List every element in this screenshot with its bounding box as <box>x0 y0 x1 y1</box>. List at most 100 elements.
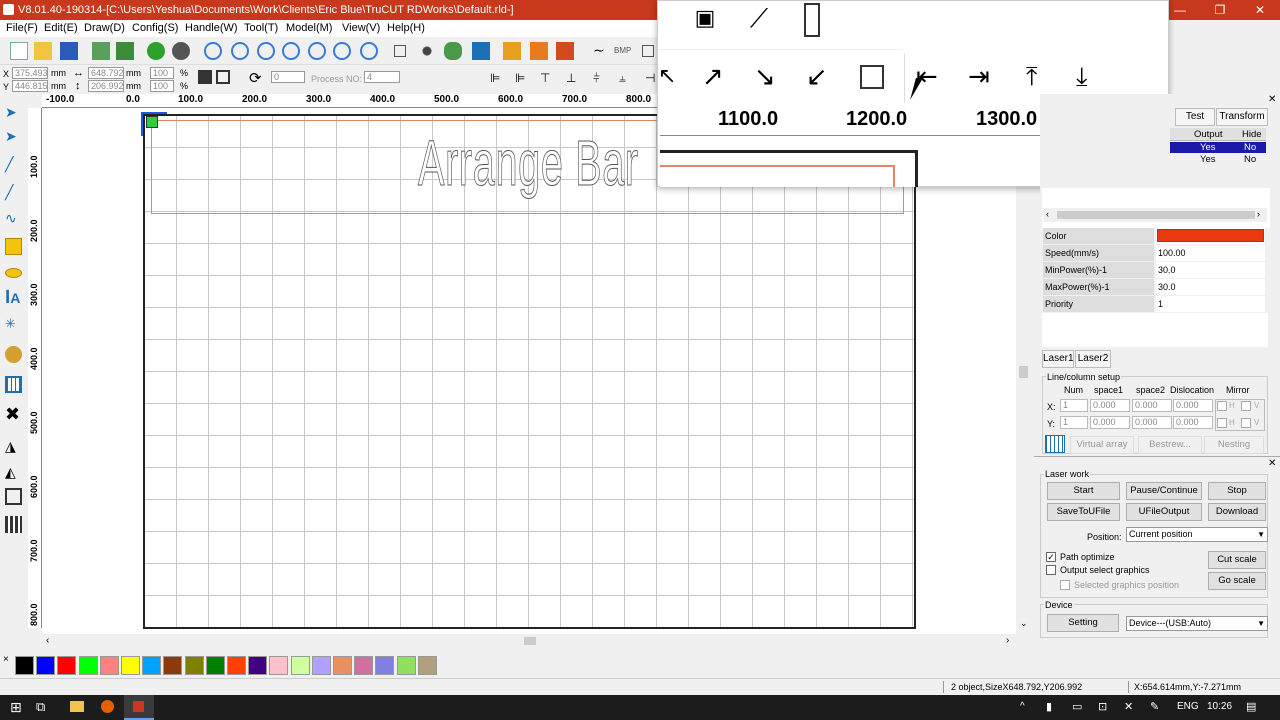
array-x-num[interactable]: 1 <box>1060 399 1088 412</box>
save-to-ufile-button[interactable]: SaveToUFile <box>1047 503 1120 521</box>
scroll-thumb[interactable] <box>524 637 536 645</box>
ruler-icon[interactable] <box>804 3 820 37</box>
ungroup-icon[interactable] <box>530 42 548 60</box>
menu-handle[interactable]: Handle(W) <box>185 22 238 34</box>
align-left-edge-icon[interactable]: ⊫ <box>490 71 500 85</box>
notifications-icon[interactable]: ▤ <box>1246 700 1256 713</box>
array-x-space2[interactable]: 0.000 <box>1132 399 1172 412</box>
save-icon[interactable] <box>60 42 78 60</box>
array-grid-icon[interactable] <box>1045 435 1065 453</box>
delete-tool-icon[interactable]: ✖ <box>5 405 22 423</box>
magic-wand-icon[interactable]: ⟋ <box>742 3 776 37</box>
scroll-right-icon[interactable]: › <box>1257 209 1260 219</box>
prop-value[interactable]: 30.0 <box>1156 279 1265 295</box>
bestrew-button[interactable]: Bestrew... <box>1138 436 1202 454</box>
zoom-all-icon[interactable] <box>360 42 378 60</box>
virtual-array-button[interactable]: Virtual array <box>1070 436 1134 454</box>
align-bottom-left-icon[interactable]: ↙ <box>806 61 840 95</box>
width-field[interactable]: 648.792 <box>88 67 124 79</box>
align-top-icon[interactable]: ⤒ <box>1026 61 1060 95</box>
rotate-icon[interactable]: ⟳ <box>249 69 262 87</box>
palette-swatch[interactable] <box>227 656 246 675</box>
palette-swatch[interactable] <box>121 656 140 675</box>
nesting-button[interactable]: Nesting <box>1204 436 1264 454</box>
cut-scale-button[interactable]: Cut scale <box>1208 551 1266 569</box>
redo-icon[interactable] <box>172 42 190 60</box>
monitor-icon[interactable] <box>472 42 490 60</box>
frame-icon[interactable] <box>642 45 654 57</box>
layer-hscrollbar[interactable]: ‹ › <box>1043 208 1267 222</box>
horizontal-scrollbar[interactable]: ‹ › <box>42 634 1020 648</box>
laser-work-close-icon[interactable]: ✕ <box>1268 458 1276 469</box>
usb-icon[interactable]: ▮ <box>1046 700 1052 713</box>
node-edit-icon[interactable] <box>418 42 436 60</box>
scale-y-field[interactable]: 100 <box>150 80 174 92</box>
import-icon[interactable] <box>92 42 110 60</box>
array-x-space1[interactable]: 0.000 <box>1090 399 1130 412</box>
mirror-x-h-checkbox[interactable] <box>1217 401 1227 411</box>
path-optimize-checkbox[interactable]: ✓ <box>1046 552 1056 562</box>
mirror-icon[interactable] <box>216 70 230 84</box>
lock-icon[interactable] <box>198 70 212 84</box>
palette-swatch[interactable] <box>142 656 162 675</box>
pen-icon[interactable]: ✎ <box>1150 700 1159 713</box>
projector-icon[interactable]: ▣ <box>688 5 722 39</box>
download-button[interactable]: Download <box>1208 503 1266 521</box>
tab-transform[interactable]: Transform <box>1216 108 1268 126</box>
ufile-output-button[interactable]: UFileOutput <box>1126 503 1202 521</box>
clock[interactable]: 10:26 <box>1207 701 1232 712</box>
align-bottom-icon[interactable]: ⤓ <box>1076 61 1110 95</box>
align-top-left-icon[interactable]: ↖ <box>658 63 692 97</box>
file-explorer-icon[interactable] <box>70 701 84 712</box>
align-center-icon[interactable] <box>860 65 884 89</box>
array-y-dislocation[interactable]: 0.000 <box>1173 416 1213 429</box>
prop-value[interactable]: 100.00 <box>1156 245 1265 261</box>
layer-row[interactable]: Yes No <box>1170 154 1266 165</box>
menu-help[interactable]: Help(H) <box>387 22 425 34</box>
restore-button[interactable]: ❐ <box>1200 0 1240 20</box>
text-tool-icon[interactable]: ꟾA <box>5 290 22 307</box>
prop-value[interactable]: 30.0 <box>1156 262 1265 278</box>
align-right-icon[interactable]: ⇥ <box>968 61 1002 95</box>
zoom-out-icon[interactable] <box>257 42 275 60</box>
canvas-text-object[interactable]: Arrange Bar <box>418 126 639 200</box>
frame-tool-icon[interactable] <box>5 488 22 505</box>
zoom-fit-icon[interactable] <box>282 42 300 60</box>
palette-swatch[interactable] <box>290 656 310 675</box>
open-folder-icon[interactable] <box>34 42 52 60</box>
zoom-page-icon[interactable] <box>308 42 326 60</box>
layer-row[interactable]: Yes No <box>1170 142 1266 153</box>
menu-tool[interactable]: Tool(T) <box>244 22 278 34</box>
rdworks-task-button[interactable] <box>124 695 154 720</box>
battery-icon[interactable]: ▭ <box>1072 700 1082 713</box>
align-hcenter-icon[interactable]: ⫨ <box>619 71 626 86</box>
ellipse-tool-icon[interactable] <box>5 268 22 278</box>
height-field[interactable]: 206.992 <box>88 80 124 92</box>
device-select[interactable]: Device---(USB:Auto) ▼ <box>1126 616 1268 631</box>
align-bottom-right-icon[interactable]: ↘ <box>754 61 788 95</box>
zoom-selection-icon[interactable] <box>333 42 351 60</box>
x-position-field[interactable]: 375.493 <box>12 67 48 79</box>
bitmap-icon[interactable]: BMP <box>614 42 632 60</box>
dot-tool-icon[interactable]: ✳ <box>5 316 22 333</box>
scroll-left-icon[interactable]: ‹ <box>1046 209 1049 219</box>
export-icon[interactable] <box>116 42 134 60</box>
output-select-checkbox[interactable] <box>1046 565 1056 575</box>
node-arrow-icon[interactable]: ➤ <box>5 128 22 145</box>
mirror-v-tool-icon[interactable]: ◭ <box>5 464 22 481</box>
panel-close-icon[interactable]: ✕ <box>1268 94 1276 105</box>
menu-view[interactable]: View(V) <box>342 22 380 34</box>
palette-close-icon[interactable]: × <box>3 654 9 665</box>
palette-swatch[interactable] <box>269 656 289 675</box>
palette-swatch[interactable] <box>99 656 119 675</box>
palette-swatch[interactable] <box>57 656 77 675</box>
align-top-right-icon[interactable]: ↗ <box>702 61 736 95</box>
start-button[interactable]: Start <box>1047 482 1120 500</box>
palette-swatch[interactable] <box>333 656 352 675</box>
menu-draw[interactable]: Draw(D) <box>84 22 125 34</box>
palette-swatch[interactable] <box>163 656 183 675</box>
palette-swatch[interactable] <box>205 656 225 675</box>
polyline-tool-icon[interactable]: ╱ <box>5 184 22 201</box>
select-arrow-icon[interactable]: ➤ <box>5 104 22 121</box>
menu-file[interactable]: File(F) <box>6 22 38 34</box>
